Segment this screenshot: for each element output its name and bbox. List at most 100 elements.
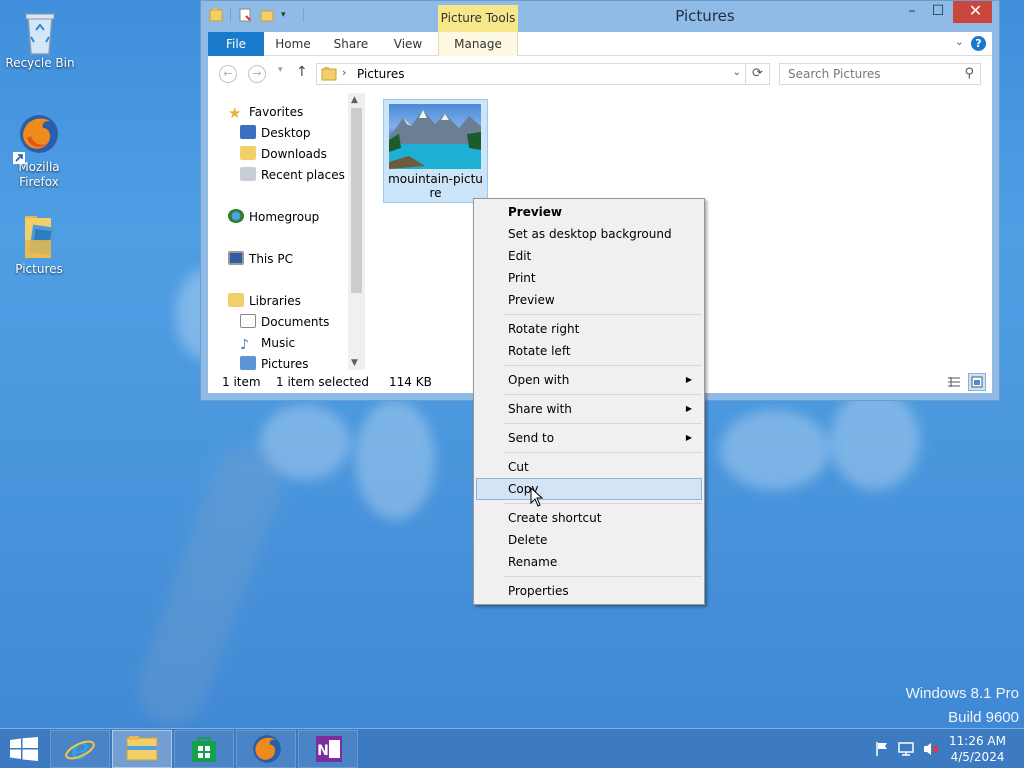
system-clock[interactable]: 11:26 AM 4/5/2024 (949, 733, 1006, 765)
nav-item-label: Music (261, 336, 296, 350)
menu-item-label: Open with (508, 373, 570, 387)
windows-logo-icon (10, 737, 38, 761)
maximize-button[interactable]: ☐ (925, 1, 951, 23)
forward-button[interactable]: → (248, 65, 266, 83)
menu-item-preview-default[interactable]: Preview (476, 201, 702, 223)
nav-item-label: Favorites (249, 105, 304, 119)
firefox-icon (13, 112, 61, 164)
minimize-button[interactable]: – (899, 1, 925, 23)
tab-file[interactable]: File (208, 32, 264, 56)
nav-item-label: Documents (261, 315, 330, 329)
title-bar[interactable]: ▾ Picture Tools Pictures – ☐ ✕ (201, 1, 999, 32)
recycle-bin-icon (18, 8, 62, 55)
breadcrumb-pictures[interactable]: Pictures (357, 67, 405, 81)
start-button[interactable] (10, 737, 38, 764)
tab-share[interactable]: Share (328, 32, 374, 56)
menu-item-properties[interactable]: Properties (476, 580, 702, 602)
ribbon-tab-bar: File Home Share View Manage ⌄ ? (208, 32, 992, 56)
menu-item-edit[interactable]: Edit (476, 245, 702, 267)
menu-separator (504, 423, 702, 424)
nav-item-pictures[interactable]: Pictures (240, 354, 309, 370)
submenu-arrow-icon: ▶ (685, 433, 692, 442)
nav-item-downloads[interactable]: Downloads (240, 144, 327, 164)
menu-item-print[interactable]: Print (476, 267, 702, 289)
nav-item-label: Desktop (261, 126, 311, 140)
menu-item-open-with[interactable]: Open with ▶ (476, 369, 702, 391)
file-item[interactable]: mouintain-picture (383, 99, 488, 203)
documents-icon (240, 314, 256, 328)
nav-item-label: Downloads (261, 147, 327, 161)
refresh-button[interactable]: ⟳ (746, 63, 770, 85)
back-button[interactable]: ← (219, 65, 237, 83)
network-icon[interactable] (898, 741, 916, 768)
search-icon[interactable]: ⚲ (964, 66, 974, 81)
taskbar-file-explorer[interactable] (112, 730, 172, 768)
action-center-flag-icon[interactable] (874, 741, 890, 768)
menu-item-preview[interactable]: Preview (476, 289, 702, 311)
nav-item-homegroup[interactable]: Homegroup (228, 207, 319, 227)
chevron-down-icon[interactable]: ⌄ (733, 67, 741, 78)
desktop-icon-pictures[interactable]: Pictures (1, 214, 77, 277)
taskbar-firefox[interactable] (236, 730, 296, 768)
nav-item-desktop[interactable]: Desktop (240, 123, 311, 143)
nav-item-documents[interactable]: Documents (240, 312, 329, 332)
menu-separator (504, 365, 702, 366)
shortcut-arrow-icon (13, 152, 25, 164)
nav-item-music[interactable]: ♪ Music (240, 333, 295, 353)
downloads-icon (240, 146, 256, 160)
menu-item-rotate-right[interactable]: Rotate right (476, 318, 702, 340)
store-icon (192, 737, 216, 762)
recent-locations-chevron-icon[interactable]: ▾ (278, 65, 283, 75)
search-box[interactable]: ⚲ (779, 63, 981, 85)
nav-item-recent-places[interactable]: Recent places (240, 165, 345, 185)
tab-manage[interactable]: Manage (438, 32, 518, 56)
menu-item-delete[interactable]: Delete (476, 529, 702, 551)
breadcrumb-separator[interactable]: › (342, 66, 346, 79)
nav-item-libraries[interactable]: Libraries (228, 291, 301, 311)
wallpaper-petal (355, 400, 435, 520)
nav-item-label: Libraries (249, 294, 301, 308)
taskbar-internet-explorer[interactable]: e (50, 730, 110, 768)
scroll-down-icon[interactable]: ▼ (351, 358, 358, 368)
details-view-button[interactable] (945, 373, 963, 391)
address-field[interactable]: › Pictures ⌄ (316, 63, 746, 85)
up-arrow-icon[interactable]: ↑ (296, 64, 308, 80)
menu-item-rename[interactable]: Rename (476, 551, 702, 573)
desktop-icon-recycle-bin[interactable]: Recycle Bin (2, 8, 78, 71)
large-icons-view-button[interactable] (968, 373, 986, 391)
desktop-icon-label: Pictures (15, 262, 63, 276)
menu-item-rotate-left[interactable]: Rotate left (476, 340, 702, 362)
scrollbar-thumb[interactable] (351, 108, 362, 293)
nav-item-favorites[interactable]: ★ Favorites (228, 102, 303, 122)
nav-item-this-pc[interactable]: This PC (228, 249, 293, 269)
scroll-up-icon[interactable]: ▲ (351, 95, 358, 105)
menu-item-copy[interactable]: Copy (476, 478, 702, 500)
svg-text:N: N (317, 743, 329, 759)
clock-date: 4/5/2024 (950, 750, 1005, 764)
pictures-folder-icon (17, 214, 61, 258)
tab-home[interactable]: Home (270, 32, 316, 56)
submenu-arrow-icon: ▶ (685, 375, 692, 384)
computer-icon (228, 251, 244, 265)
windows-version-watermark: Windows 8.1 Pro (905, 685, 1019, 702)
taskbar-onenote[interactable]: N (298, 730, 358, 768)
menu-item-set-desktop-background[interactable]: Set as desktop background (476, 223, 702, 245)
chevron-down-icon[interactable]: ⌄ (955, 35, 964, 48)
close-button[interactable]: ✕ (953, 1, 998, 23)
taskbar-store[interactable] (174, 730, 234, 768)
desktop-icon-label: Mozilla Firefox (18, 160, 60, 189)
folder-icon (321, 67, 337, 81)
volume-muted-icon[interactable] (922, 741, 940, 768)
nav-pane-scrollbar[interactable]: ▲ ▼ (348, 93, 365, 370)
image-thumbnail (389, 104, 481, 169)
desktop-icon-firefox[interactable]: Mozilla Firefox (1, 112, 77, 190)
search-input[interactable] (780, 64, 950, 84)
menu-item-cut[interactable]: Cut (476, 456, 702, 478)
onenote-icon: N (316, 736, 342, 762)
help-button[interactable]: ? (971, 36, 986, 51)
music-icon: ♪ (240, 337, 249, 353)
tab-view[interactable]: View (386, 32, 430, 56)
menu-item-share-with[interactable]: Share with ▶ (476, 398, 702, 420)
menu-item-send-to[interactable]: Send to ▶ (476, 427, 702, 449)
menu-item-create-shortcut[interactable]: Create shortcut (476, 507, 702, 529)
